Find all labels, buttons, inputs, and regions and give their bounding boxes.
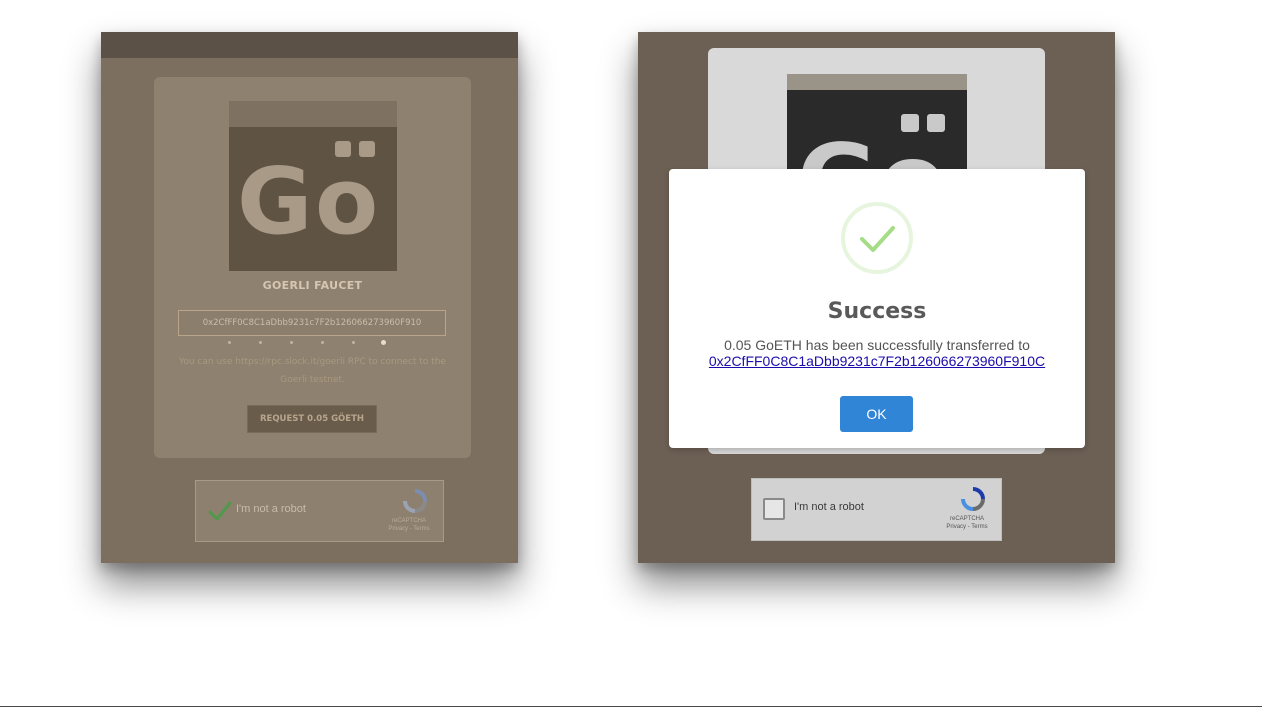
recaptcha-privacy-terms-link[interactable]: Privacy - Terms	[381, 525, 437, 533]
recaptcha-logo-icon	[961, 487, 985, 511]
carousel-dots	[226, 339, 388, 347]
faucet-title: GOERLI FAUCET	[262, 279, 363, 292]
modal-message: 0.05 GoETH has been successfully transfe…	[724, 337, 1030, 353]
wallet-address-input[interactable]: 0x2CfFF0C8C1aDbb9231c7F2b126066273960F91…	[178, 310, 446, 336]
success-check-icon	[841, 202, 913, 274]
recaptcha-label: I'm not a robot	[794, 501, 864, 513]
carousel-dot[interactable]	[290, 341, 293, 344]
modal-title: Success	[827, 299, 927, 324]
carousel-dot[interactable]	[321, 341, 324, 344]
ok-button[interactable]: OK	[840, 396, 913, 432]
svg-text:o: o	[315, 148, 378, 255]
recaptcha-logo-icon	[403, 489, 427, 513]
recaptcha-brand: reCAPTCHA Privacy - Terms	[381, 517, 437, 533]
recaptcha-widget[interactable]: I'm not a robot reCAPTCHA Privacy - Term…	[751, 478, 1002, 541]
faucet-screenshot-before: G o GOERLI FAUCET 0x2CfFF0C8C1aDbb9231c7…	[101, 32, 518, 563]
carousel-dot-active[interactable]	[381, 340, 386, 345]
request-goeth-button[interactable]: REQUEST 0.05 GÖETH	[247, 405, 377, 433]
rpc-note: You can use https://rpc.slock.it/goerli …	[179, 357, 446, 385]
carousel-dot[interactable]	[352, 341, 355, 344]
recaptcha-brand-text: reCAPTCHA	[949, 516, 984, 522]
carousel-dot[interactable]	[228, 341, 231, 344]
recaptcha-privacy-terms-link[interactable]: Privacy - Terms	[939, 523, 995, 531]
svg-text:G: G	[237, 148, 313, 255]
recaptcha-label: I'm not a robot	[236, 503, 306, 515]
success-modal: Success 0.05 GoETH has been successfully…	[669, 169, 1085, 448]
recaptcha-checkbox[interactable]	[763, 498, 785, 520]
recaptcha-brand-text: reCAPTCHA	[391, 518, 426, 524]
carousel-dot[interactable]	[259, 341, 262, 344]
check-icon[interactable]	[208, 499, 232, 523]
recaptcha-brand: reCAPTCHA Privacy - Terms	[939, 515, 995, 531]
bottom-divider	[0, 706, 1262, 707]
goerli-logo-icon: G o	[229, 101, 397, 271]
faucet-screenshot-after: G o Success 0.05 GoETH has been successf…	[638, 32, 1115, 563]
recaptcha-widget[interactable]: I'm not a robot reCAPTCHA Privacy - Term…	[195, 480, 444, 542]
app-header-bar	[101, 32, 518, 58]
faucet-card: G o GOERLI FAUCET 0x2CfFF0C8C1aDbb9231c7…	[154, 77, 471, 458]
transaction-address-link[interactable]: 0x2CfFF0C8C1aDbb9231c7F2b126066273960F91…	[669, 353, 1085, 369]
